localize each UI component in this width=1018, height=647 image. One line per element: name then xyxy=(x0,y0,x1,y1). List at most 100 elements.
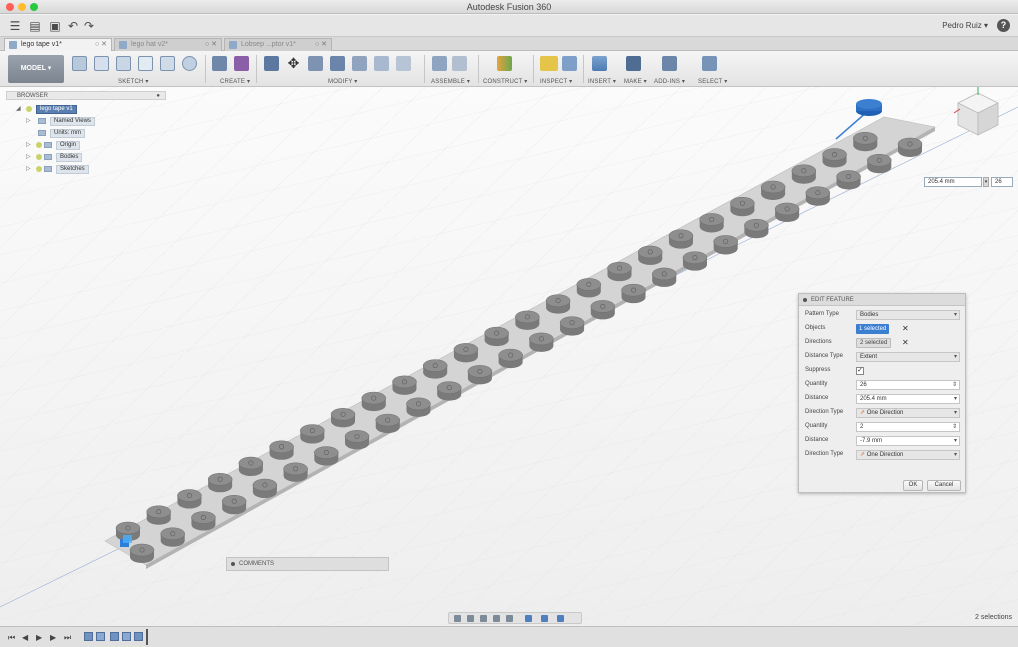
select-menu[interactable]: SELECT ▾ xyxy=(698,78,728,85)
move-icon[interactable]: ✥ xyxy=(286,56,301,71)
timeline-play-button[interactable]: ▶ xyxy=(36,633,42,642)
cancel-button[interactable]: Cancel xyxy=(927,480,961,491)
lego-stud[interactable] xyxy=(590,300,616,320)
lego-stud[interactable] xyxy=(621,283,646,304)
tab-lego-tape[interactable]: lego tape v1* ○ ✕ xyxy=(4,38,112,51)
lego-stud[interactable] xyxy=(730,196,755,217)
shell-icon[interactable] xyxy=(352,56,367,71)
timeline-fillet-feature[interactable] xyxy=(122,632,131,641)
help-icon[interactable]: ? xyxy=(997,19,1010,32)
lego-stud[interactable] xyxy=(853,131,878,152)
lego-stud[interactable] xyxy=(576,278,602,298)
lego-stud[interactable] xyxy=(375,413,401,434)
user-menu[interactable]: Pedro Ruiz ▾ xyxy=(942,21,988,30)
lego-stud[interactable] xyxy=(529,332,554,352)
comments-panel[interactable]: COMMENTS xyxy=(226,557,389,571)
chevron-down-icon[interactable]: ▾ xyxy=(954,395,957,403)
lego-stud[interactable] xyxy=(177,489,202,509)
lego-stud[interactable] xyxy=(238,456,264,477)
create-menu[interactable]: CREATE ▾ xyxy=(220,78,250,85)
select-icon[interactable] xyxy=(702,56,717,71)
revolve-icon[interactable] xyxy=(234,56,249,71)
lego-stud[interactable] xyxy=(791,164,817,184)
objects-selection[interactable]: 1 selected xyxy=(856,324,890,334)
scripts-addins-icon[interactable] xyxy=(662,56,677,71)
press-pull-icon[interactable] xyxy=(264,56,279,71)
lego-stud[interactable] xyxy=(805,186,831,206)
undo-icon[interactable]: ↶ xyxy=(66,19,80,33)
timeline-sketch-feature[interactable] xyxy=(84,632,93,641)
lego-stud[interactable] xyxy=(607,261,632,282)
quantity-input-1[interactable]: 26 ⇕ xyxy=(856,380,960,390)
sketch-slot-icon[interactable] xyxy=(160,56,175,71)
timeline-pattern-feature[interactable] xyxy=(134,632,143,641)
browser-item-origin[interactable]: ▷ Origin xyxy=(26,141,146,150)
make-menu[interactable]: MAKE ▾ xyxy=(624,78,647,85)
lego-stud[interactable] xyxy=(453,343,479,363)
new-component-icon[interactable] xyxy=(432,56,447,71)
lego-stud[interactable] xyxy=(651,267,677,287)
lego-stud[interactable] xyxy=(207,473,233,493)
stepper-icon[interactable]: ⇕ xyxy=(952,381,957,389)
clear-directions-icon[interactable]: ✕ xyxy=(902,338,909,348)
direction-type-select-2[interactable]: ⇗ One Direction ▾ xyxy=(856,450,960,460)
timeline-previous-button[interactable]: ◀ xyxy=(22,633,28,642)
visibility-bulb-icon[interactable] xyxy=(36,142,42,148)
workspace-switcher-button[interactable]: MODEL ▾ xyxy=(8,55,64,83)
direction-type-select-1[interactable]: ⇗ One Direction ▾ xyxy=(856,408,960,418)
quantity-input-2[interactable]: 2 ⇕ xyxy=(856,422,960,432)
ok-button[interactable]: OK xyxy=(903,480,923,491)
close-tab-icon[interactable]: ○ ✕ xyxy=(205,39,217,51)
lego-stud[interactable] xyxy=(744,218,769,239)
look-at-icon[interactable] xyxy=(467,615,474,622)
close-tab-icon[interactable]: ○ ✕ xyxy=(95,39,107,51)
lego-stud[interactable] xyxy=(713,235,738,255)
collapse-dot-icon[interactable] xyxy=(803,298,807,302)
lego-stud[interactable] xyxy=(498,348,523,369)
dialog-header[interactable]: EDIT FEATURE xyxy=(799,294,965,306)
lego-stud[interactable] xyxy=(160,527,185,547)
sketch-line-icon[interactable] xyxy=(94,56,109,71)
lego-stud[interactable] xyxy=(867,153,892,174)
browser-item-bodies[interactable]: ▷ Bodies xyxy=(26,153,146,162)
view-cube[interactable] xyxy=(952,87,1004,139)
visibility-bulb-icon[interactable] xyxy=(36,154,42,160)
lego-stud[interactable] xyxy=(668,229,694,249)
fillet-icon[interactable] xyxy=(308,56,323,71)
lego-stud[interactable] xyxy=(760,180,786,200)
tab-lego-hat[interactable]: lego hat v2* ○ ✕ xyxy=(114,38,222,51)
3d-print-icon[interactable] xyxy=(626,56,641,71)
close-tab-icon[interactable]: ○ ✕ xyxy=(315,39,327,51)
lego-stud[interactable] xyxy=(467,365,493,385)
measure-icon[interactable] xyxy=(540,56,558,71)
timeline-marker[interactable] xyxy=(146,629,148,645)
distance-manipulator-input[interactable]: 205.4 mm xyxy=(924,177,982,187)
construct-menu[interactable]: CONSTRUCT ▾ xyxy=(483,78,527,85)
expand-arrow-icon[interactable]: ▷ xyxy=(26,117,31,126)
addins-menu[interactable]: ADD-INS ▾ xyxy=(654,78,685,85)
inspect-menu[interactable]: INSPECT ▾ xyxy=(540,78,572,85)
tab-lobsep[interactable]: Lobsep ...ptor v1* ○ ✕ xyxy=(224,38,332,51)
visibility-bulb-icon[interactable] xyxy=(36,166,42,172)
lego-stud[interactable] xyxy=(392,375,417,395)
browser-item-sketches[interactable]: ▷ Sketches xyxy=(26,165,146,174)
lego-stud[interactable] xyxy=(361,391,387,412)
lego-stud[interactable] xyxy=(314,446,339,466)
file-icon[interactable]: ▤ xyxy=(28,19,42,33)
sketch-rectangle-icon[interactable] xyxy=(138,56,153,71)
lego-stud[interactable] xyxy=(774,202,800,222)
create-sketch-icon[interactable] xyxy=(116,56,131,71)
lego-stud[interactable] xyxy=(436,381,462,401)
clear-objects-icon[interactable]: ✕ xyxy=(902,324,909,334)
canvas-viewport[interactable]: BROWSER ● ◢ lego tape v1 ▷ Named Views U… xyxy=(0,87,1018,626)
distance-input-1[interactable]: 205.4 mm ▾ xyxy=(856,394,960,404)
insert-menu[interactable]: INSERT ▾ xyxy=(588,78,616,85)
timeline-extrude-feature[interactable] xyxy=(110,632,119,641)
browser-item-named-views[interactable]: ▷ Named Views xyxy=(26,117,146,126)
pattern-type-select[interactable]: Bodies ▾ xyxy=(856,310,960,320)
chamfer-icon[interactable] xyxy=(330,56,345,71)
sketch-menu[interactable]: SKETCH ▾ xyxy=(118,78,149,85)
browser-root-label[interactable]: lego tape v1 xyxy=(36,105,77,114)
viewports-icon[interactable] xyxy=(557,615,564,622)
display-settings-icon[interactable] xyxy=(525,615,532,622)
